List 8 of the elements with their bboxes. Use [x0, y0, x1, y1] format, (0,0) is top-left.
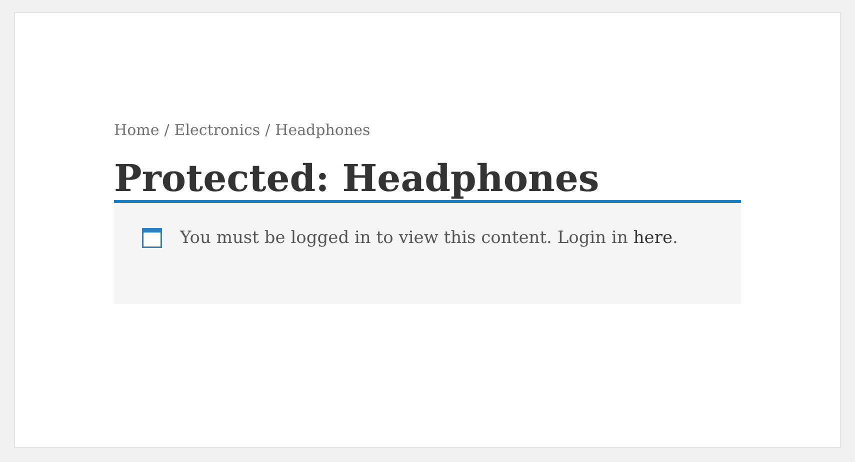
breadcrumb-current: Headphones	[275, 120, 370, 141]
breadcrumb-separator: /	[164, 120, 170, 141]
breadcrumb-separator: /	[265, 120, 270, 141]
window-icon	[142, 228, 162, 248]
notice-message: You must be logged in to view this content. Login in here.	[180, 226, 678, 249]
login-link[interactable]: here	[633, 228, 673, 248]
breadcrumb-link[interactable]: Home	[114, 119, 160, 142]
breadcrumb-link[interactable]: Electronics	[174, 119, 260, 142]
